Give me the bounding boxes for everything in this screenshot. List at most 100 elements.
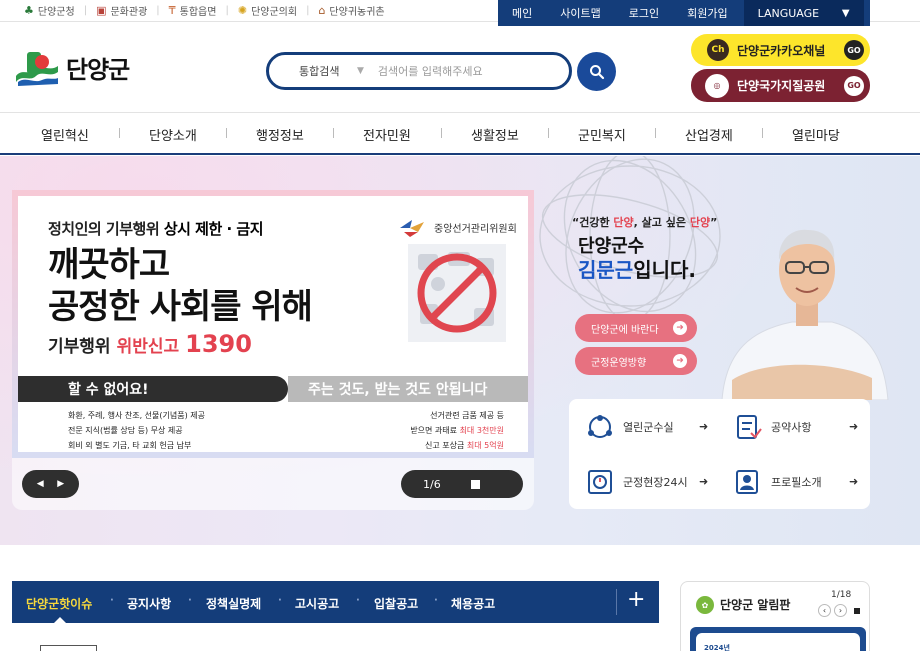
join-link[interactable]: 회원가입 xyxy=(673,5,741,21)
emblem-icon: ✺ xyxy=(237,4,248,17)
list-item-red: 최대 3천만원 xyxy=(459,426,504,435)
list-item-text: 선거관련 금품 제공 등 xyxy=(430,411,504,420)
bulletin-counter: 1/18 xyxy=(831,590,852,600)
bulletin-board: ✿ 단양군 알림판 1/18 ‹ › 2024년 xyxy=(680,581,870,651)
gnb-admin-info[interactable]: 행정정보 xyxy=(256,125,304,144)
toplink-label: 단양군청 xyxy=(37,7,75,18)
report-prefix: 기부행위 xyxy=(48,337,111,357)
slide-nav-controls: ◀ ▶ xyxy=(22,470,79,498)
quick-label: 프로필소개 xyxy=(771,476,822,489)
divider: | xyxy=(225,5,229,16)
divider: | xyxy=(83,5,88,16)
list-item-red: 최대 5억원 xyxy=(466,441,504,450)
search-input[interactable]: 검색어를 입력해주세요 xyxy=(378,63,483,79)
slogan-red: 단양 xyxy=(689,216,711,229)
checklist-icon xyxy=(737,415,762,439)
tab-announcements[interactable]: 고시공고 xyxy=(295,595,339,612)
tab-bids[interactable]: 입찰공고 xyxy=(374,595,418,612)
toplink-label: 단양군의회 xyxy=(251,7,298,18)
prev-slide-icon[interactable]: ◀ xyxy=(37,479,44,489)
kakao-channel-button[interactable]: Ch 단양군카카오채널 GO xyxy=(691,34,870,66)
slide-banner-frame: 정치인의 기부행위 상시 제한 · 금지 중앙선거관리위원회 깨끗하고 공정한 … xyxy=(12,190,534,510)
banner-bar-left: 할 수 없어요! xyxy=(18,376,288,402)
chevron-right-icon[interactable]: › xyxy=(834,604,847,617)
tab-hot-issue[interactable]: 단양군핫이슈 xyxy=(26,595,92,612)
gnb-life-info[interactable]: 생활정보 xyxy=(471,125,519,144)
divider xyxy=(119,128,120,138)
search-button[interactable] xyxy=(577,52,616,91)
bulletin-title: 단양군 알림판 xyxy=(720,598,791,612)
toplink-town-sites[interactable]: ₸ 통합읍면 xyxy=(169,3,217,18)
divider: · xyxy=(188,595,192,606)
kakao-channel-label: 단양군카카오채널 xyxy=(737,43,826,58)
policy-button[interactable]: 군정운영방향 ➜ xyxy=(575,347,697,375)
arrow-right-icon: ➜ xyxy=(673,354,687,368)
gnb-open-innovation[interactable]: 열린혁신 xyxy=(41,125,89,144)
list-item: 화환, 주례, 행사 찬조, 선물(기념품) 제공 xyxy=(68,411,205,420)
wish-button[interactable]: 단양군에 바란다 ➜ xyxy=(575,314,697,342)
search-category-select[interactable]: 통합검색 xyxy=(299,63,357,79)
next-slide-icon[interactable]: ▶ xyxy=(57,479,64,489)
tab-notices[interactable]: 공지사항 xyxy=(127,595,171,612)
toplink-culture-tour[interactable]: ▣ 문화관광 xyxy=(96,3,147,18)
chevron-down-icon: ▼ xyxy=(357,66,364,76)
list-item-text: 받으면 과태료 xyxy=(410,426,460,435)
toplink-label: 문화관광 xyxy=(110,7,148,18)
language-select[interactable]: LANGUAGE ▼ xyxy=(743,0,864,26)
quick-pledges[interactable]: 공약사항 xyxy=(733,413,811,441)
geopark-button[interactable]: ◎ 단양국가지질공원 GO xyxy=(691,69,870,102)
governor-portrait xyxy=(721,229,889,400)
bulletin-controls: ‹ › xyxy=(818,604,863,617)
toplink-return-farm[interactable]: ⌂ 단양귀농귀촌 xyxy=(318,3,384,18)
banner-subtitle-strong: 상시 제한 · 금지 xyxy=(163,220,264,238)
divider: · xyxy=(434,595,438,606)
banner-headline-line1: 깨끗하고 xyxy=(48,245,170,285)
slide-pager: 1/6 xyxy=(401,470,523,498)
login-link[interactable]: 로그인 xyxy=(615,5,673,21)
quick-label: 열린군수실 xyxy=(623,421,674,434)
banner-subtitle-prefix: 정치인의 기부행위 xyxy=(48,220,164,238)
logo-text: 단양군 xyxy=(66,55,130,84)
gnb-e-civil[interactable]: 전자민원 xyxy=(363,125,411,144)
signpost-icon: ₸ xyxy=(168,4,176,17)
bulletin-card[interactable]: 2024년 xyxy=(690,627,866,651)
geopark-label: 단양국가지질공원 xyxy=(737,79,826,93)
gnb-welfare[interactable]: 군민복지 xyxy=(578,125,626,144)
governor-name: 김문근 xyxy=(578,258,634,282)
more-plus-icon[interactable]: + xyxy=(627,587,645,612)
banner-headline: 깨끗하고 공정한 사회를 위해 xyxy=(48,244,313,328)
home-link[interactable]: 메인 xyxy=(498,5,546,21)
quick-field-24[interactable]: 군정현장24시 xyxy=(585,468,688,496)
active-tab-indicator xyxy=(53,617,67,624)
quick-label: 공약사항 xyxy=(771,421,812,434)
bulletin-icon: ✿ xyxy=(696,596,714,614)
gnb-economy[interactable]: 산업경제 xyxy=(685,125,733,144)
list-item: 신고 포상금 최대 5억원 xyxy=(410,438,504,452)
kakao-channel-icon: Ch xyxy=(707,39,729,61)
arrow-right-icon: ➜ xyxy=(673,321,687,335)
governor-name-line: 김문근입니다. xyxy=(578,254,696,283)
stop-icon[interactable] xyxy=(470,479,480,489)
tab-policy-names[interactable]: 정책실명제 xyxy=(206,595,261,612)
tab-recruit[interactable]: 채용공고 xyxy=(451,595,495,612)
toplink-danyang-office[interactable]: ♣ 단양군청 xyxy=(24,3,75,18)
list-item: 선거관련 금품 제공 등 xyxy=(410,408,504,423)
stop-icon[interactable] xyxy=(850,604,863,617)
quick-open-office[interactable]: 열린군수실 xyxy=(585,413,674,441)
toplink-council[interactable]: ✺ 단양군의회 xyxy=(238,3,297,18)
gnb-about-danyang[interactable]: 단양소개 xyxy=(149,125,197,144)
search-icon xyxy=(589,64,604,79)
divider xyxy=(762,128,763,138)
report-number: 1390 xyxy=(185,330,252,358)
slide-banner[interactable]: 정치인의 기부행위 상시 제한 · 금지 중앙선거관리위원회 깨끗하고 공정한 … xyxy=(12,190,534,458)
list-item: 회비 외 별도 기금, 타 교회 헌금 납부 xyxy=(68,441,192,450)
chevron-left-icon[interactable]: ‹ xyxy=(818,604,831,617)
site-logo[interactable]: 단양군 xyxy=(12,46,130,88)
top-member-nav: 메인 사이트맵 로그인 회원가입 LANGUAGE ▼ xyxy=(498,0,870,26)
gnb-open-forum[interactable]: 열린마당 xyxy=(792,125,840,144)
divider: | xyxy=(156,5,160,16)
quick-profile[interactable]: 프로필소개 xyxy=(733,468,822,496)
sitemap-link[interactable]: 사이트맵 xyxy=(546,5,614,21)
report-line: 기부행위 위반신고 1390 xyxy=(48,330,252,358)
arrow-right-icon: ➜ xyxy=(849,475,859,488)
